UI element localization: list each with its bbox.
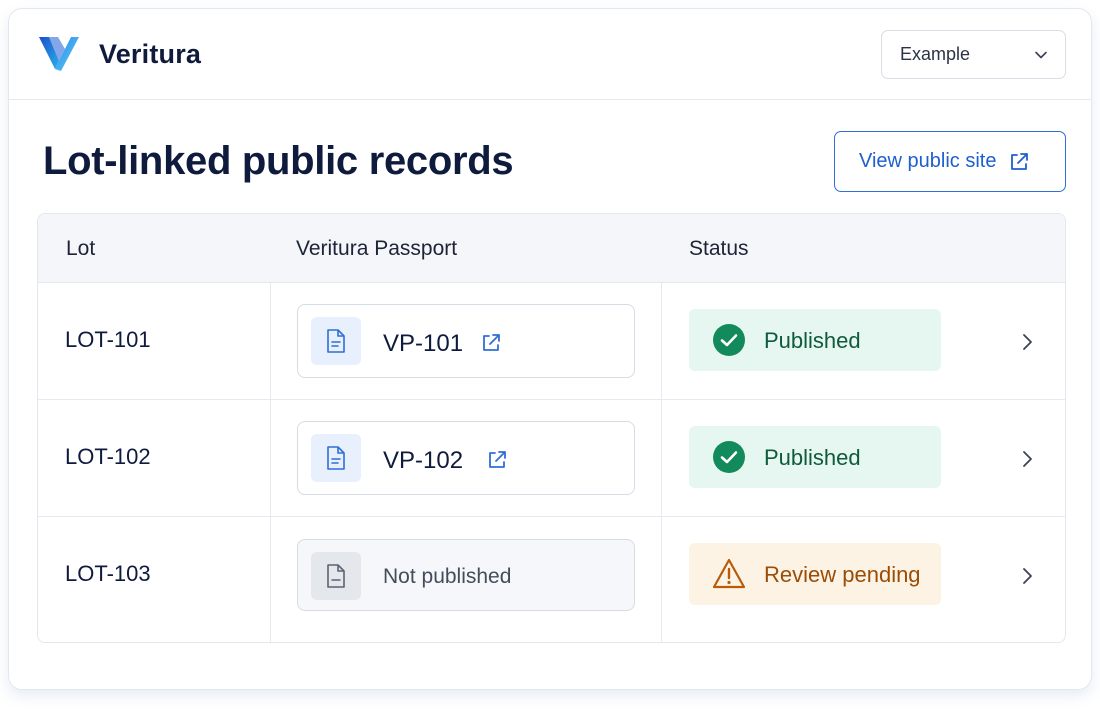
document-icon bbox=[311, 552, 361, 600]
table-row[interactable]: LOT-103 Not published Review pending bbox=[38, 517, 1065, 634]
passport-id: VP-101 bbox=[383, 330, 464, 357]
status-badge: Published bbox=[689, 426, 941, 488]
page-title: Lot-linked public records bbox=[43, 139, 514, 183]
records-table: Lot Veritura Passport Status LOT-101 VP-… bbox=[37, 213, 1066, 643]
external-link-icon bbox=[489, 451, 506, 468]
lot-id: LOT-103 bbox=[65, 561, 151, 586]
passport-link[interactable]: VP-101 bbox=[297, 304, 635, 378]
external-link-icon bbox=[1011, 152, 1029, 170]
document-icon bbox=[311, 317, 361, 365]
view-public-site-label: View public site bbox=[859, 150, 997, 172]
chevron-right-icon[interactable] bbox=[1018, 331, 1036, 353]
table-row[interactable]: LOT-102 VP-102 Published bbox=[38, 400, 1065, 517]
lot-id: LOT-101 bbox=[65, 327, 151, 352]
warning-triangle-icon bbox=[712, 558, 746, 589]
passport-status-text: Not published bbox=[383, 565, 512, 588]
passport-id: VP-102 bbox=[383, 447, 464, 474]
column-header-lot: Lot bbox=[66, 237, 96, 260]
check-circle-icon bbox=[713, 324, 745, 356]
passport-placeholder: Not published bbox=[297, 539, 635, 611]
records-card: Veritura Example Lot-linked public recor… bbox=[8, 8, 1092, 690]
status-badge: Published bbox=[689, 309, 941, 371]
external-link-icon bbox=[483, 334, 500, 351]
chevron-right-icon[interactable] bbox=[1018, 448, 1036, 470]
column-header-status: Status bbox=[689, 237, 749, 260]
status-badge: Review pending bbox=[689, 543, 941, 605]
status-label: Published bbox=[764, 445, 861, 470]
veritura-logo-icon[interactable] bbox=[37, 33, 81, 73]
status-label: Published bbox=[764, 328, 861, 353]
chevron-down-icon bbox=[1035, 51, 1047, 59]
lot-id: LOT-102 bbox=[65, 444, 151, 469]
view-public-site-button[interactable]: View public site bbox=[834, 131, 1066, 192]
brand-name: Veritura bbox=[99, 39, 202, 69]
document-icon bbox=[311, 434, 361, 482]
table-header: Lot Veritura Passport Status bbox=[38, 214, 1065, 283]
column-header-passport: Veritura Passport bbox=[296, 237, 458, 260]
check-circle-icon bbox=[713, 441, 745, 473]
top-bar: Veritura Example bbox=[9, 9, 1091, 100]
status-label: Review pending bbox=[764, 562, 921, 587]
chevron-right-icon[interactable] bbox=[1018, 565, 1036, 587]
workspace-select-value: Example bbox=[900, 44, 971, 64]
table-row[interactable]: LOT-101 VP-101 Published bbox=[38, 283, 1065, 400]
passport-link[interactable]: VP-102 bbox=[297, 421, 635, 495]
workspace-select[interactable]: Example bbox=[881, 30, 1066, 79]
